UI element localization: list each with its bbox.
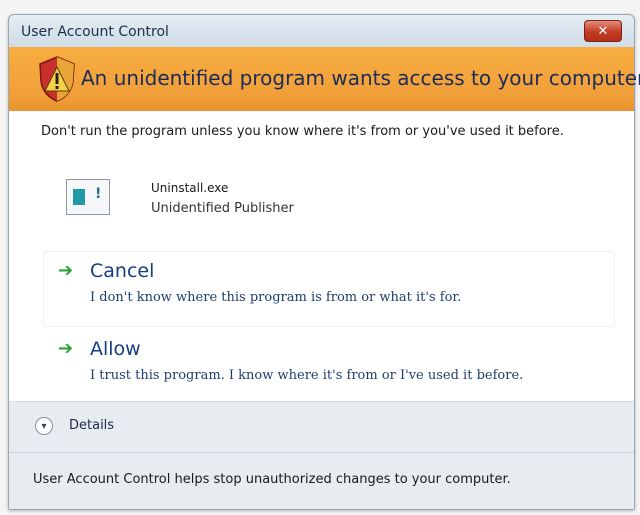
allow-description: I trust this program. I know where it's … (90, 368, 524, 383)
warning-message: Don't run the program unless you know wh… (41, 124, 564, 139)
allow-option[interactable]: ➔ Allow I trust this program. I know whe… (43, 329, 615, 405)
details-label: Details (69, 418, 115, 433)
cancel-option[interactable]: ➔ Cancel I don't know where this program… (43, 251, 615, 327)
green-arrow-icon: ➔ (58, 260, 74, 281)
cancel-title: Cancel (90, 260, 155, 282)
close-icon: ✕ (597, 23, 609, 39)
shield-warning-icon (39, 56, 75, 102)
program-icon: ! (66, 179, 110, 215)
banner-heading: An unidentified program wants access to … (81, 66, 640, 90)
title-bar: User Account Control ✕ (9, 15, 634, 47)
program-name: Uninstall.exe (151, 181, 229, 195)
warning-banner: An unidentified program wants access to … (9, 47, 640, 111)
cancel-description: I don't know where this program is from … (90, 290, 462, 305)
details-toggle[interactable]: ▾ Details (9, 401, 634, 452)
program-publisher: Unidentified Publisher (151, 201, 294, 216)
allow-title: Allow (90, 338, 141, 360)
green-arrow-icon: ➔ (58, 338, 74, 359)
chevron-down-icon: ▾ (35, 417, 53, 435)
footer-text: User Account Control helps stop unauthor… (33, 472, 511, 487)
uac-dialog: User Account Control ✕ An unidentified p… (8, 14, 640, 510)
dialog-content: Don't run the program unless you know wh… (9, 111, 634, 401)
close-button[interactable]: ✕ (584, 20, 622, 42)
footer-bar: User Account Control helps stop unauthor… (9, 452, 634, 509)
window-title: User Account Control (21, 24, 169, 40)
